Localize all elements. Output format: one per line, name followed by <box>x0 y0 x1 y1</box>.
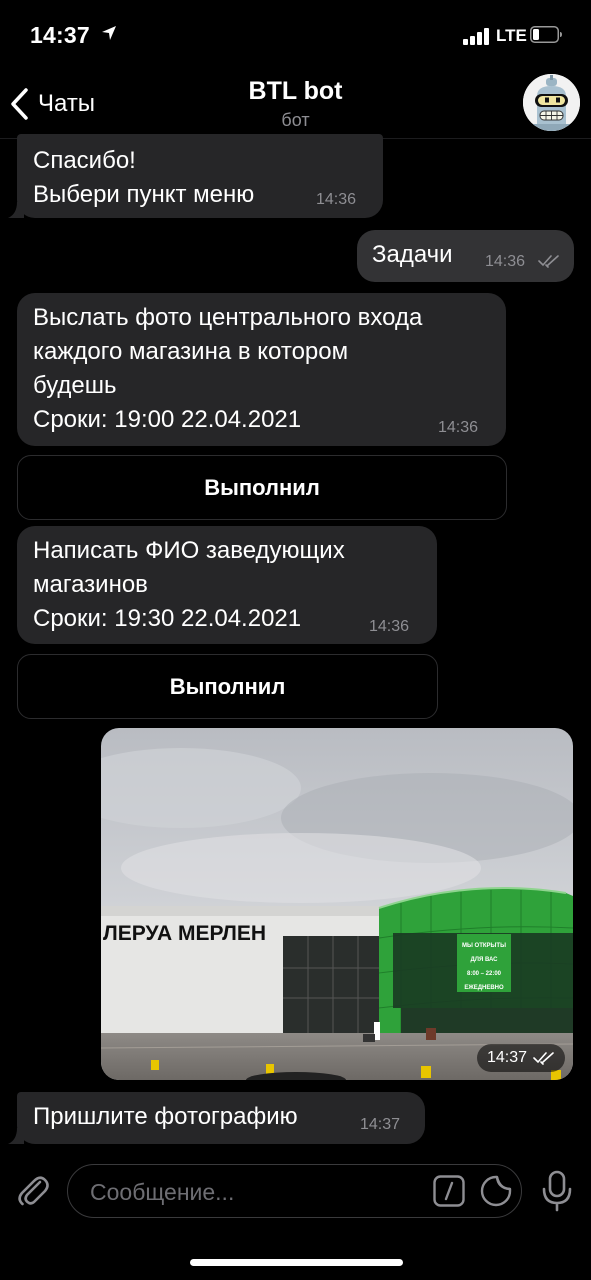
store-photo: ЛЕРУА МЕРЛЕН МЫ ОТКРЫТЫ ДЛЯ ВАС 8:00 – 2… <box>101 728 573 1080</box>
banner-line: 8:00 – 22:00 <box>467 971 502 977</box>
incoming-message[interactable]: Написать ФИО заведующих магазинов Сроки:… <box>17 526 437 644</box>
home-indicator <box>190 1259 403 1266</box>
done-button[interactable]: Выполнил <box>17 455 507 520</box>
double-check-icon <box>538 255 559 268</box>
message-field[interactable] <box>67 1164 522 1218</box>
message-text: Выслать фото центрального входа каждого … <box>33 304 423 433</box>
message-time: 14:37 <box>486 1049 527 1066</box>
chat-header: Чаты BTL bot бот <box>0 72 591 138</box>
message-text: Спасибо! Выбери пункт меню <box>33 147 255 208</box>
bubble-tail <box>8 1128 24 1144</box>
double-check-icon <box>533 1052 554 1065</box>
signal-icon <box>463 27 489 45</box>
paperclip-icon[interactable] <box>14 1172 52 1210</box>
incoming-message[interactable]: Выслать фото центрального входа каждого … <box>17 293 506 446</box>
chat-title[interactable]: BTL bot <box>0 77 591 106</box>
bot-avatar[interactable] <box>523 74 580 131</box>
message-text: Задачи <box>372 241 453 268</box>
photo-time-badge: 14:37 <box>476 1044 565 1072</box>
done-button[interactable]: Выполнил <box>17 654 438 719</box>
banner-line: ЕЖЕДНЕВНО <box>464 985 504 991</box>
message-time: 14:36 <box>316 191 357 208</box>
status-bar: 14:37 LTE <box>0 0 591 72</box>
message-text: Пришлите фотографию <box>33 1103 298 1130</box>
banner-line: ДЛЯ ВАС <box>470 957 498 963</box>
store-sign: ЛЕРУА МЕРЛЕН <box>103 922 266 945</box>
message-time: 14:36 <box>438 419 479 436</box>
message-time: 14:37 <box>360 1116 401 1133</box>
location-arrow-icon <box>102 26 116 40</box>
photo-message[interactable]: ЛЕРУА МЕРЛЕН МЫ ОТКРЫТЫ ДЛЯ ВАС 8:00 – 2… <box>101 728 573 1080</box>
incoming-message[interactable]: Пришлите фотографию 14:37 <box>17 1092 425 1144</box>
banner-line: МЫ ОТКРЫТЫ <box>462 943 506 949</box>
message-time: 14:36 <box>485 253 526 270</box>
slash-command-icon[interactable] <box>433 1175 465 1207</box>
message-input[interactable] <box>88 1173 422 1211</box>
message-time: 14:36 <box>369 618 410 635</box>
status-time: 14:37 <box>30 22 90 48</box>
bubble-tail <box>8 202 24 218</box>
microphone-icon[interactable] <box>540 1170 574 1212</box>
chat-subtitle: бот <box>281 110 310 130</box>
message-input-bar <box>0 1150 591 1280</box>
message-text: Написать ФИО заведующих магазинов Сроки:… <box>33 537 345 632</box>
sticker-icon[interactable] <box>480 1175 512 1207</box>
battery-icon <box>530 26 562 43</box>
network-label: LTE <box>496 26 527 45</box>
robot-avatar-icon <box>523 74 580 131</box>
incoming-message[interactable]: Спасибо! Выбери пункт меню 14:36 <box>17 134 383 218</box>
outgoing-message[interactable]: Задачи 14:36 <box>357 230 574 282</box>
